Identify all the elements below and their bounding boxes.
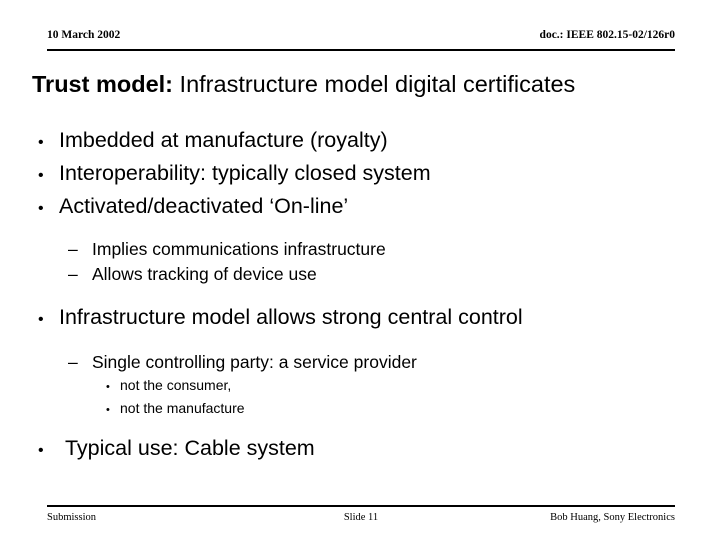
bullet-icon: • bbox=[106, 403, 110, 416]
bullet-icon: • bbox=[38, 200, 44, 217]
slide-header: 10 March 2002 doc.: IEEE 802.15-02/126r0 bbox=[47, 29, 675, 51]
bullet-icon: • bbox=[38, 167, 44, 184]
list-item-text: Single controlling party: a service prov… bbox=[92, 352, 417, 372]
header-date: 10 March 2002 bbox=[47, 29, 121, 41]
dash-icon: – bbox=[68, 352, 78, 372]
list-item-text: Interoperability: typically closed syste… bbox=[59, 161, 431, 185]
list-item: • Infrastructure model allows strong cen… bbox=[0, 302, 720, 335]
bullet-icon: • bbox=[38, 311, 44, 328]
list-item: • Interoperability: typically closed sys… bbox=[0, 158, 720, 191]
list-item: – Allows tracking of device use bbox=[0, 262, 720, 287]
bullet-icon: • bbox=[38, 442, 44, 459]
bullet-icon: • bbox=[38, 134, 44, 151]
page-title-detail: Infrastructure model digital certificate… bbox=[173, 71, 576, 97]
footer-author: Bob Huang, Sony Electronics bbox=[550, 512, 675, 523]
page-title: Trust model: Infrastructure model digita… bbox=[32, 70, 697, 98]
footer-divider bbox=[47, 505, 675, 507]
list-item: • Activated/deactivated ‘On-line’ bbox=[0, 191, 720, 224]
list-item: – Single controlling party: a service pr… bbox=[0, 350, 720, 375]
slide: 10 March 2002 doc.: IEEE 802.15-02/126r0… bbox=[0, 0, 720, 540]
slide-footer: Submission Slide 11 Bob Huang, Sony Elec… bbox=[47, 511, 675, 524]
page-title-label: Trust model: bbox=[32, 71, 174, 97]
header-divider bbox=[47, 49, 675, 51]
footer-submission-label: Submission bbox=[47, 512, 97, 523]
list-item-text: Infrastructure model allows strong centr… bbox=[59, 305, 523, 329]
list-item-text: Typical use: Cable system bbox=[59, 436, 315, 460]
dash-icon: – bbox=[68, 264, 78, 284]
list-item: • Imbedded at manufacture (royalty) bbox=[0, 125, 720, 158]
list-item-text: Implies communications infrastructure bbox=[92, 239, 386, 259]
list-item-text: Imbedded at manufacture (royalty) bbox=[59, 128, 388, 152]
bullet-icon: • bbox=[106, 381, 110, 393]
header-document-number: doc.: IEEE 802.15-02/126r0 bbox=[539, 29, 675, 41]
dash-icon: – bbox=[68, 239, 78, 259]
footer-slide-number: Slide 11 bbox=[343, 512, 379, 523]
list-item-text: Allows tracking of device use bbox=[92, 264, 317, 284]
list-item-text: not the manufacture bbox=[120, 399, 245, 416]
header-row: 10 March 2002 doc.: IEEE 802.15-02/126r0 bbox=[47, 29, 675, 42]
list-item: – Implies communications infrastructure bbox=[0, 237, 720, 262]
list-item: • Typical use: Cable system bbox=[0, 433, 720, 466]
slide-body: • Imbedded at manufacture (royalty) • In… bbox=[0, 125, 720, 466]
footer-row: Submission Slide 11 Bob Huang, Sony Elec… bbox=[47, 511, 675, 524]
list-item: • not the consumer, bbox=[0, 375, 720, 398]
list-item: • not the manufacture bbox=[0, 398, 720, 421]
list-item-text: not the consumer, bbox=[120, 377, 232, 393]
list-item-text: Activated/deactivated ‘On-line’ bbox=[59, 194, 349, 218]
